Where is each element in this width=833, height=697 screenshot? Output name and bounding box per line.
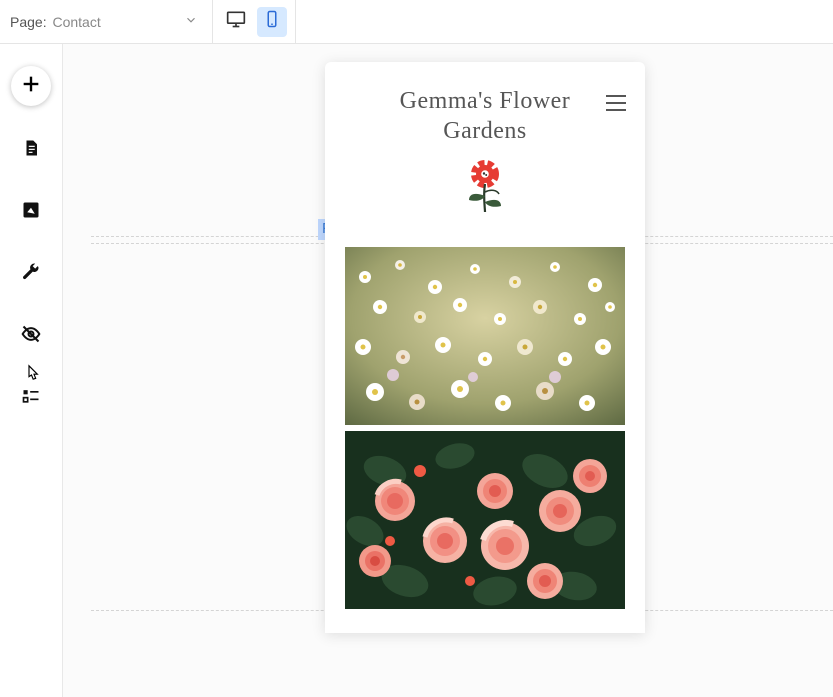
flower-logo-icon — [373, 156, 597, 221]
desktop-icon — [226, 9, 246, 34]
tools-button[interactable] — [13, 256, 49, 292]
hidden-items-button[interactable] — [13, 318, 49, 354]
layers-list-icon — [21, 386, 41, 411]
add-button[interactable] — [11, 66, 51, 106]
plus-icon — [20, 73, 42, 100]
pages-button[interactable] — [13, 132, 49, 168]
mobile-view-button[interactable] — [257, 7, 287, 37]
page-selector[interactable]: Page: Contact — [0, 0, 213, 43]
mobile-preview-frame: Gemma's Flower Gardens — [325, 62, 645, 633]
edit-square-icon — [22, 201, 40, 224]
wrench-icon — [21, 262, 41, 287]
site-title: Gemma's Flower Gardens — [373, 86, 597, 146]
page-selector-value: Contact — [52, 14, 100, 30]
mobile-icon — [263, 10, 281, 33]
page-icon — [22, 139, 40, 162]
background-button[interactable] — [13, 194, 49, 230]
layers-button[interactable] — [13, 380, 49, 416]
chevron-down-icon — [184, 13, 198, 30]
eye-off-icon — [21, 324, 41, 349]
desktop-view-button[interactable] — [221, 7, 251, 37]
menu-button[interactable] — [605, 94, 627, 117]
hamburger-icon — [605, 99, 627, 116]
gallery-image-daisies[interactable] — [345, 247, 625, 425]
page-selector-label: Page: — [10, 14, 47, 30]
gallery-image-roses[interactable] — [345, 431, 625, 609]
